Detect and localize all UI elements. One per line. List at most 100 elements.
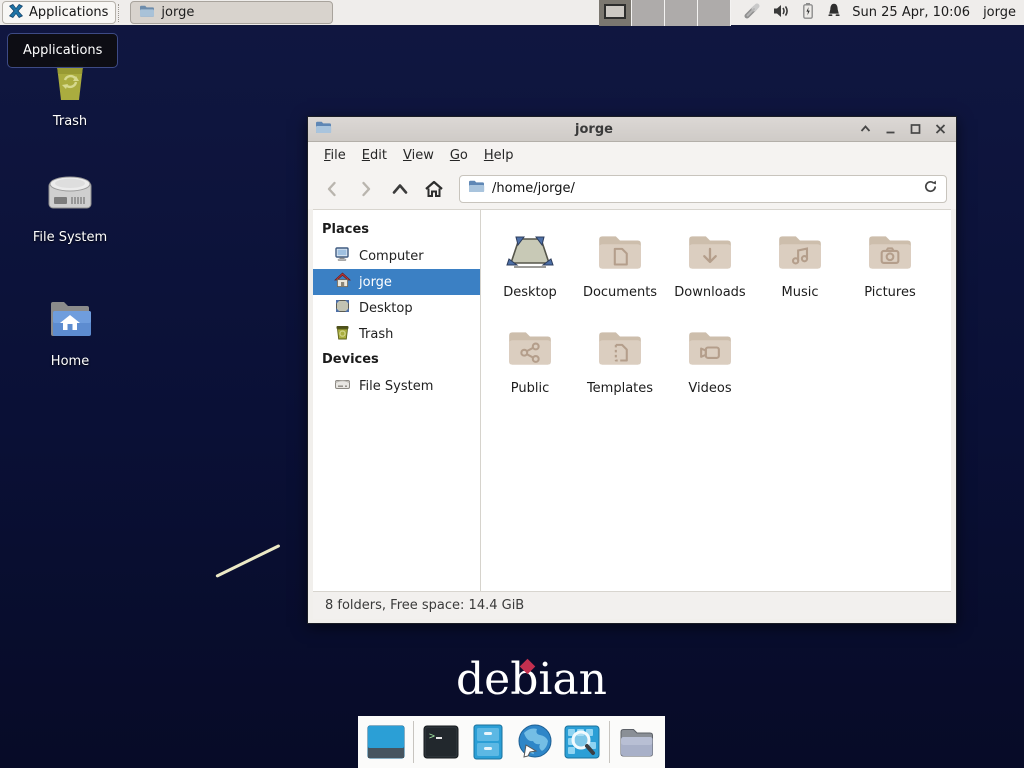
home-folder-icon [45,294,95,348]
menu-file[interactable]: File [316,145,354,166]
file-item-pictures[interactable]: Pictures [845,227,935,323]
file-item-label: Pictures [864,285,915,300]
sidebar-section-header: Places [313,217,480,243]
sidebar: Places Computer [313,210,481,591]
desktop-icon-label: File System [33,230,107,245]
file-item-label: Desktop [503,285,557,300]
desktop-icon [334,298,351,318]
file-item-desktop[interactable]: Desktop [485,227,575,323]
web-browser-icon[interactable] [515,722,555,762]
file-item-label: Documents [583,285,657,300]
window-content: Places Computer [313,209,951,591]
up-icon[interactable] [385,174,415,204]
downloads-folder-icon [685,227,735,281]
toolbar: /home/jorge/ [308,168,956,209]
forward-icon[interactable] [351,174,381,204]
path-entry[interactable]: /home/jorge/ [459,175,947,203]
menu-help[interactable]: Help [476,145,522,166]
maximize-icon[interactable] [906,120,924,138]
svg-text:>: > [429,731,435,742]
workspace-1[interactable] [599,0,632,26]
path-folder-icon [468,179,485,198]
dock-separator [609,721,610,763]
taskbar-window-button[interactable]: jorge [130,1,333,24]
workspace-3[interactable] [665,0,698,26]
applications-tooltip: Applications [7,33,118,68]
show-desktop-icon[interactable] [366,722,406,762]
file-manager-window: jorge File Edit View Go Help [307,116,957,624]
file-item-videos[interactable]: Videos [665,323,755,419]
videos-folder-icon [685,323,735,377]
applications-menu-button[interactable]: Applications [2,1,116,24]
menubar: File Edit View Go Help [308,142,956,168]
desktop-icon-home[interactable]: Home [12,294,128,369]
workspace-pager [599,0,731,26]
file-cabinet-icon[interactable] [468,722,508,762]
titlebar[interactable]: jorge [308,117,956,142]
documents-folder-icon [595,227,645,281]
music-folder-icon [775,227,825,281]
workspace-4[interactable] [698,0,731,26]
shade-icon[interactable] [856,120,874,138]
path-text[interactable]: /home/jorge/ [492,181,916,196]
window-title: jorge [332,122,856,137]
file-item-label: Music [782,285,819,300]
files-grid: Desktop Documents [481,210,951,419]
file-item-music[interactable]: Music [755,227,845,323]
notifications-bell-icon[interactable] [826,2,842,23]
sidebar-item-trash[interactable]: Trash [313,321,480,347]
debian-wordmark-text: debian [456,654,607,705]
app-finder-icon[interactable] [562,722,602,762]
taskbar-window-label: jorge [161,5,194,20]
public-folder-icon [505,323,555,377]
folder-icon [139,3,155,23]
desktop-special-icon [504,227,556,281]
close-icon[interactable] [931,120,949,138]
volume-icon[interactable] [772,3,790,23]
applications-menu-label: Applications [29,5,108,20]
terminal-icon[interactable]: > [421,722,461,762]
menu-go[interactable]: Go [442,145,476,166]
pictures-folder-icon [865,227,915,281]
desktop-icon-file-system[interactable]: File System [12,168,128,245]
desktop-icon-label: Home [51,354,89,369]
files-pane[interactable]: Desktop Documents [481,210,951,591]
reload-icon[interactable] [923,179,938,198]
minimize-icon[interactable] [881,120,899,138]
computer-icon [334,246,351,266]
sidebar-item-label: File System [359,379,433,394]
panel-handle[interactable] [118,4,125,22]
window-controls [856,120,949,138]
panel-clock[interactable]: Sun 25 Apr, 10:06 [852,5,970,20]
folder-icon[interactable] [617,722,657,762]
panel-user-menu[interactable]: jorge [983,5,1016,20]
file-item-public[interactable]: Public [485,323,575,419]
file-item-downloads[interactable]: Downloads [665,227,755,323]
sidebar-item-computer[interactable]: Computer [313,243,480,269]
statusbar-text: 8 folders, Free space: 14.4 GiB [325,598,524,613]
sidebar-item-label: jorge [359,275,392,290]
file-item-label: Downloads [674,285,745,300]
sidebar-item-label: Desktop [359,301,413,316]
tooltip-text: Applications [23,43,102,58]
file-item-templates[interactable]: Templates [575,323,665,419]
sidebar-item-desktop[interactable]: Desktop [313,295,480,321]
window-folder-icon [315,120,332,139]
battery-icon[interactable] [801,2,815,24]
back-icon[interactable] [317,174,347,204]
drive-icon [334,376,351,396]
top-panel: Applications jorge [0,0,1024,27]
desktop-paint-stroke [215,544,280,578]
sidebar-item-file-system[interactable]: File System [313,373,480,399]
desktop-icon-label: Trash [53,114,87,129]
window-frame [308,619,956,623]
file-item-documents[interactable]: Documents [575,227,665,323]
menu-view[interactable]: View [395,145,442,166]
dock-separator [413,721,414,763]
pen-icon[interactable] [743,2,761,24]
statusbar: 8 folders, Free space: 14.4 GiB [313,591,951,619]
menu-edit[interactable]: Edit [354,145,395,166]
workspace-2[interactable] [632,0,665,26]
sidebar-item-jorge[interactable]: jorge [313,269,480,295]
home-icon[interactable] [419,174,449,204]
